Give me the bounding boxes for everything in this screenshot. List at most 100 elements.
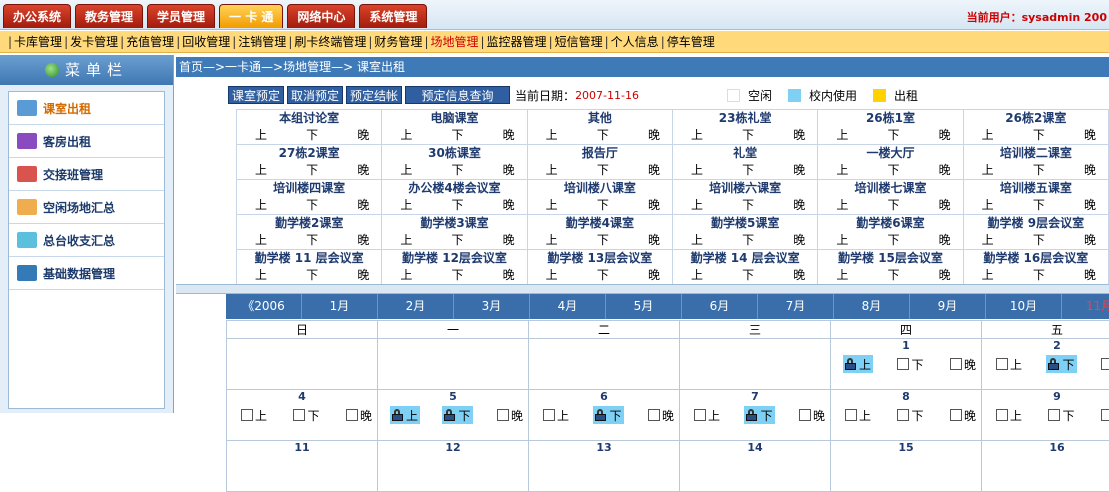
sidebar-item-3[interactable]: 空闲场地汇总 xyxy=(9,191,164,224)
slot-1[interactable]: 下 xyxy=(744,406,774,424)
sidebar-item-2[interactable]: 交接班管理 xyxy=(9,158,164,191)
room-cell[interactable]: 勤学楼 16层会议室上下晚 xyxy=(963,250,1108,285)
slot-0[interactable]: 上 xyxy=(390,406,420,424)
slot-label[interactable]: 下 xyxy=(451,127,463,144)
slot-label[interactable]: 下 xyxy=(1033,267,1045,284)
room-cell[interactable]: 其他上下晚 xyxy=(527,110,672,145)
room-cell[interactable]: 27栋2课室上下晚 xyxy=(237,145,382,180)
slot-0[interactable]: 上 xyxy=(541,406,571,424)
room-cell[interactable]: 培训楼七课室上下晚 xyxy=(818,180,963,215)
calendar-day[interactable]: 8上下晚 xyxy=(831,390,982,441)
calendar-day[interactable]: 6上下晚 xyxy=(529,390,680,441)
sidebar-item-4[interactable]: 总台收支汇总 xyxy=(9,224,164,257)
slot-label[interactable]: 下 xyxy=(597,232,609,249)
room-cell[interactable]: 办公楼4楼会议室上下晚 xyxy=(382,180,527,215)
slot-label[interactable]: 晚 xyxy=(793,267,805,284)
subnav-item-11[interactable]: 停车管理 xyxy=(665,35,717,49)
slot-label[interactable]: 晚 xyxy=(357,267,369,284)
subnav-item-7[interactable]: 场地管理 xyxy=(428,35,480,49)
slot-checkbox[interactable] xyxy=(1101,409,1109,421)
tab-4[interactable]: 网络中心 xyxy=(287,4,355,28)
slot-0[interactable]: 上 xyxy=(994,355,1024,373)
subnav-item-2[interactable]: 充值管理 xyxy=(124,35,176,49)
slot-2[interactable]: 晚 xyxy=(344,406,374,424)
slot-label[interactable]: 上 xyxy=(982,197,994,214)
month-item-10[interactable]: 10月 xyxy=(986,294,1062,319)
month-item-6[interactable]: 6月 xyxy=(682,294,758,319)
slot-label[interactable]: 上 xyxy=(255,197,267,214)
book-classroom-button[interactable]: 课室预定 xyxy=(228,86,284,104)
slot-label[interactable]: 晚 xyxy=(648,127,660,144)
calendar-day[interactable]: 13 xyxy=(529,441,680,492)
month-item-11[interactable]: 11月 xyxy=(1062,294,1109,319)
calendar-day[interactable]: 4上下晚 xyxy=(227,390,378,441)
slot-label[interactable]: 下 xyxy=(597,197,609,214)
calendar-day[interactable]: 1上下晚 xyxy=(831,339,982,390)
room-cell[interactable]: 勤学楼 12层会议室上下晚 xyxy=(382,250,527,285)
slot-label[interactable]: 下 xyxy=(597,267,609,284)
slot-label[interactable]: 晚 xyxy=(939,162,951,179)
slot-label[interactable]: 上 xyxy=(691,232,703,249)
slot-2[interactable]: 晚 xyxy=(797,406,827,424)
booking-query-button[interactable]: 预定信息查询 xyxy=(405,86,510,104)
slot-label[interactable]: 上 xyxy=(982,232,994,249)
sidebar-item-0[interactable]: 课室出租 xyxy=(9,92,164,125)
slot-label[interactable]: 晚 xyxy=(939,232,951,249)
slot-label[interactable]: 晚 xyxy=(648,197,660,214)
calendar-day[interactable]: 9上下晚 xyxy=(982,390,1109,441)
slot-label[interactable]: 晚 xyxy=(503,162,515,179)
month-item-5[interactable]: 5月 xyxy=(606,294,682,319)
calendar-day[interactable]: 2上下晚 xyxy=(982,339,1109,390)
slot-1[interactable]: 下 xyxy=(1046,406,1076,424)
slot-label[interactable]: 下 xyxy=(887,162,899,179)
slot-label[interactable]: 下 xyxy=(306,127,318,144)
calendar-day[interactable]: 14 xyxy=(680,441,831,492)
month-item-4[interactable]: 4月 xyxy=(530,294,606,319)
room-cell[interactable]: 培训楼六课室上下晚 xyxy=(672,180,817,215)
room-cell[interactable]: 一楼大厅上下晚 xyxy=(818,145,963,180)
subnav-item-6[interactable]: 财务管理 xyxy=(372,35,424,49)
slot-label[interactable]: 上 xyxy=(400,197,412,214)
slot-label[interactable]: 晚 xyxy=(648,162,660,179)
month-item-3[interactable]: 3月 xyxy=(454,294,530,319)
slot-checkbox[interactable] xyxy=(845,409,857,421)
slot-label[interactable]: 晚 xyxy=(793,232,805,249)
slot-checkbox[interactable] xyxy=(293,409,305,421)
slot-label[interactable]: 上 xyxy=(982,162,994,179)
room-cell[interactable]: 勤学楼 14 层会议室上下晚 xyxy=(672,250,817,285)
room-cell[interactable]: 勤学楼 11 层会议室上下晚 xyxy=(237,250,382,285)
slot-label[interactable]: 晚 xyxy=(1084,197,1096,214)
panel-splitter[interactable] xyxy=(176,284,1109,294)
room-cell[interactable]: 培训楼四课室上下晚 xyxy=(237,180,382,215)
slot-label[interactable]: 下 xyxy=(597,127,609,144)
room-cell[interactable]: 报告厅上下晚 xyxy=(527,145,672,180)
room-cell[interactable]: 勤学楼 15层会议室上下晚 xyxy=(818,250,963,285)
sidebar-item-5[interactable]: 基础数据管理 xyxy=(9,257,164,290)
slot-label[interactable]: 晚 xyxy=(503,267,515,284)
slot-label[interactable]: 上 xyxy=(836,267,848,284)
slot-checkbox[interactable] xyxy=(950,409,962,421)
slot-label[interactable]: 下 xyxy=(742,197,754,214)
slot-checkbox[interactable] xyxy=(897,358,909,370)
slot-label[interactable]: 下 xyxy=(451,197,463,214)
slot-label[interactable]: 下 xyxy=(306,232,318,249)
slot-label[interactable]: 上 xyxy=(546,127,558,144)
cancel-booking-button[interactable]: 取消预定 xyxy=(287,86,343,104)
slot-0[interactable]: 上 xyxy=(843,406,873,424)
slot-label[interactable]: 上 xyxy=(836,197,848,214)
slot-1[interactable]: 下 xyxy=(442,406,472,424)
slot-checkbox[interactable] xyxy=(346,409,358,421)
slot-2[interactable]: 晚 xyxy=(1099,355,1109,373)
slot-1[interactable]: 下 xyxy=(895,355,925,373)
slot-label[interactable]: 晚 xyxy=(939,197,951,214)
slot-label[interactable]: 下 xyxy=(742,232,754,249)
slot-label[interactable]: 上 xyxy=(691,162,703,179)
room-cell[interactable]: 26栋1室上下晚 xyxy=(818,110,963,145)
slot-label[interactable]: 晚 xyxy=(1084,162,1096,179)
slot-label[interactable]: 晚 xyxy=(357,127,369,144)
month-item-2[interactable]: 2月 xyxy=(378,294,454,319)
slot-label[interactable]: 上 xyxy=(546,197,558,214)
slot-label[interactable]: 上 xyxy=(982,267,994,284)
slot-label[interactable]: 下 xyxy=(887,232,899,249)
slot-label[interactable]: 晚 xyxy=(503,127,515,144)
